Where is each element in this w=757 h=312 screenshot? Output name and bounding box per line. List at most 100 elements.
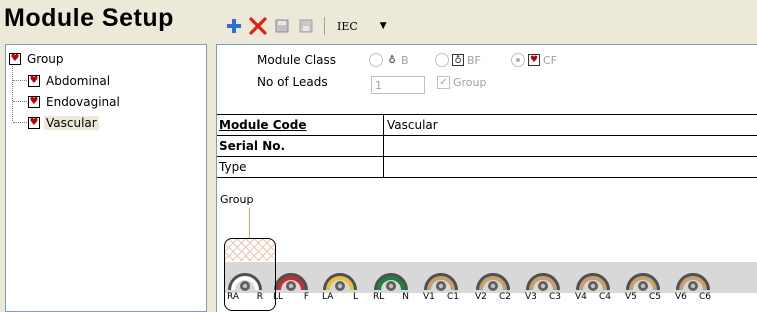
lead-abbr: L (352, 292, 358, 302)
lead-name: LA (322, 292, 334, 302)
radio-circle (511, 53, 525, 67)
standard-select[interactable]: IEC ▼ (333, 16, 391, 36)
checkmark-icon: ✓ (437, 76, 450, 89)
radio-circle (369, 53, 383, 67)
electrode-icon (626, 273, 660, 291)
class-b-radio[interactable]: ♁ B (369, 53, 409, 67)
lead-abbr: F (303, 292, 309, 302)
x-icon (249, 17, 267, 35)
lead-name: RL (373, 292, 385, 302)
property-grid: Module Code Vascular Serial No. Type (217, 114, 757, 178)
tree-item-vascular[interactable]: Vascular (28, 114, 99, 131)
lead-name: V1 (423, 292, 435, 302)
heart-icon (28, 95, 40, 108)
group-frame[interactable] (224, 238, 276, 311)
radio-circle (435, 53, 449, 67)
lead-name: V5 (625, 292, 637, 302)
lead-ll[interactable]: LL F (272, 262, 310, 306)
electrode-icon (676, 273, 710, 291)
leads-label: No of Leads (257, 75, 328, 89)
electrode-icon (576, 273, 610, 291)
lead-canvas: Group RA R LL F LA L RL N V1 C1 V2 C2 V3 C3 V4 C4 V5 C5 V6… (217, 178, 757, 312)
lead-v2[interactable]: V2 C2 (474, 262, 512, 306)
lead-abbr: C5 (648, 292, 661, 302)
tree-connector (12, 61, 13, 121)
tree-connector (13, 101, 27, 102)
class-cf-label: CF (543, 53, 558, 67)
module-code-value[interactable]: Vascular (384, 115, 757, 135)
lead-v6[interactable]: V6 C6 (674, 262, 712, 306)
standard-value: IEC (337, 19, 358, 33)
page-title: Module Setup (4, 4, 174, 32)
grid-row-serial[interactable]: Serial No. (217, 136, 757, 157)
serial-value[interactable] (384, 136, 757, 156)
grid-key: Type (217, 157, 384, 177)
lead-abbr: C4 (598, 292, 611, 302)
module-class-label: Module Class (257, 53, 337, 67)
lead-v5[interactable]: V5 C5 (624, 262, 662, 306)
heart-icon (28, 116, 40, 129)
lead-abbr: C1 (446, 292, 459, 302)
tree-item-endovaginal[interactable]: Endovaginal (28, 93, 122, 110)
class-cf-radio[interactable]: CF (511, 53, 557, 67)
leads-input[interactable]: 1 (371, 76, 425, 94)
lead-la[interactable]: LA L (321, 262, 359, 306)
group-caption: Group (220, 193, 254, 206)
lead-v1[interactable]: V1 C1 (422, 262, 460, 306)
connector-line (249, 208, 250, 238)
lead-name: V4 (575, 292, 587, 302)
plus-icon (227, 19, 241, 33)
heart-icon (528, 54, 540, 66)
toolbar-separator (324, 17, 325, 35)
group-checkbox-label: Group (453, 76, 487, 89)
person-icon: ♁ (388, 54, 396, 66)
tree-item-label: Endovaginal (46, 94, 120, 109)
class-b-label: B (401, 53, 409, 67)
lead-abbr: C2 (498, 292, 511, 302)
group-checkbox[interactable]: ✓ Group (437, 76, 487, 89)
heart-icon (9, 52, 21, 65)
lead-label: LA L (322, 292, 358, 302)
tree-connector (13, 80, 27, 81)
tree-item-abdominal[interactable]: Abdominal (28, 72, 112, 89)
class-bf-radio[interactable]: ♁ BF (435, 53, 481, 67)
disk-icon (275, 19, 289, 33)
tree-item-group[interactable]: Group (9, 50, 66, 67)
tree-connector (13, 122, 27, 123)
electrode-icon (274, 273, 308, 291)
grid-row-module-code[interactable]: Module Code Vascular (217, 115, 757, 136)
lead-label: LL F (273, 292, 309, 302)
electrode-icon (424, 273, 458, 291)
lead-name: V3 (525, 292, 537, 302)
lead-abbr: C6 (698, 292, 711, 302)
disk-stack-icon (299, 19, 313, 33)
lead-name: V6 (675, 292, 687, 302)
lead-rl[interactable]: RL N (372, 262, 410, 306)
electrode-icon (374, 273, 408, 291)
module-details-panel: Module Class ♁ B ♁ BF CF No of Leads 1 ✓… (216, 44, 757, 312)
tree-item-label: Group (27, 51, 64, 66)
delete-button[interactable] (248, 16, 268, 36)
save-button[interactable] (272, 16, 292, 36)
save-all-button[interactable] (296, 16, 316, 36)
dropdown-arrow-icon: ▼ (379, 21, 387, 31)
lead-label: V2 C2 (475, 292, 511, 302)
tree-item-label: Vascular (44, 115, 99, 130)
electrode-icon (323, 273, 357, 291)
lead-label: V6 C6 (675, 292, 711, 302)
heart-icon (28, 74, 40, 87)
module-tree[interactable]: Group Abdominal Endovaginal Vascular (5, 44, 207, 312)
lead-label: RL N (373, 292, 409, 302)
add-button[interactable] (224, 16, 244, 36)
lead-name: V2 (475, 292, 487, 302)
lead-label: V3 C3 (525, 292, 561, 302)
lead-abbr: C3 (548, 292, 561, 302)
electrode-icon (476, 273, 510, 291)
lead-v4[interactable]: V4 C4 (574, 262, 612, 306)
grid-row-type[interactable]: Type (217, 157, 757, 178)
lead-v3[interactable]: V3 C3 (524, 262, 562, 306)
lead-label: V4 C4 (575, 292, 611, 302)
type-value[interactable] (384, 157, 757, 177)
electrode-icon (526, 273, 560, 291)
toolbar: IEC ▼ (224, 14, 391, 38)
